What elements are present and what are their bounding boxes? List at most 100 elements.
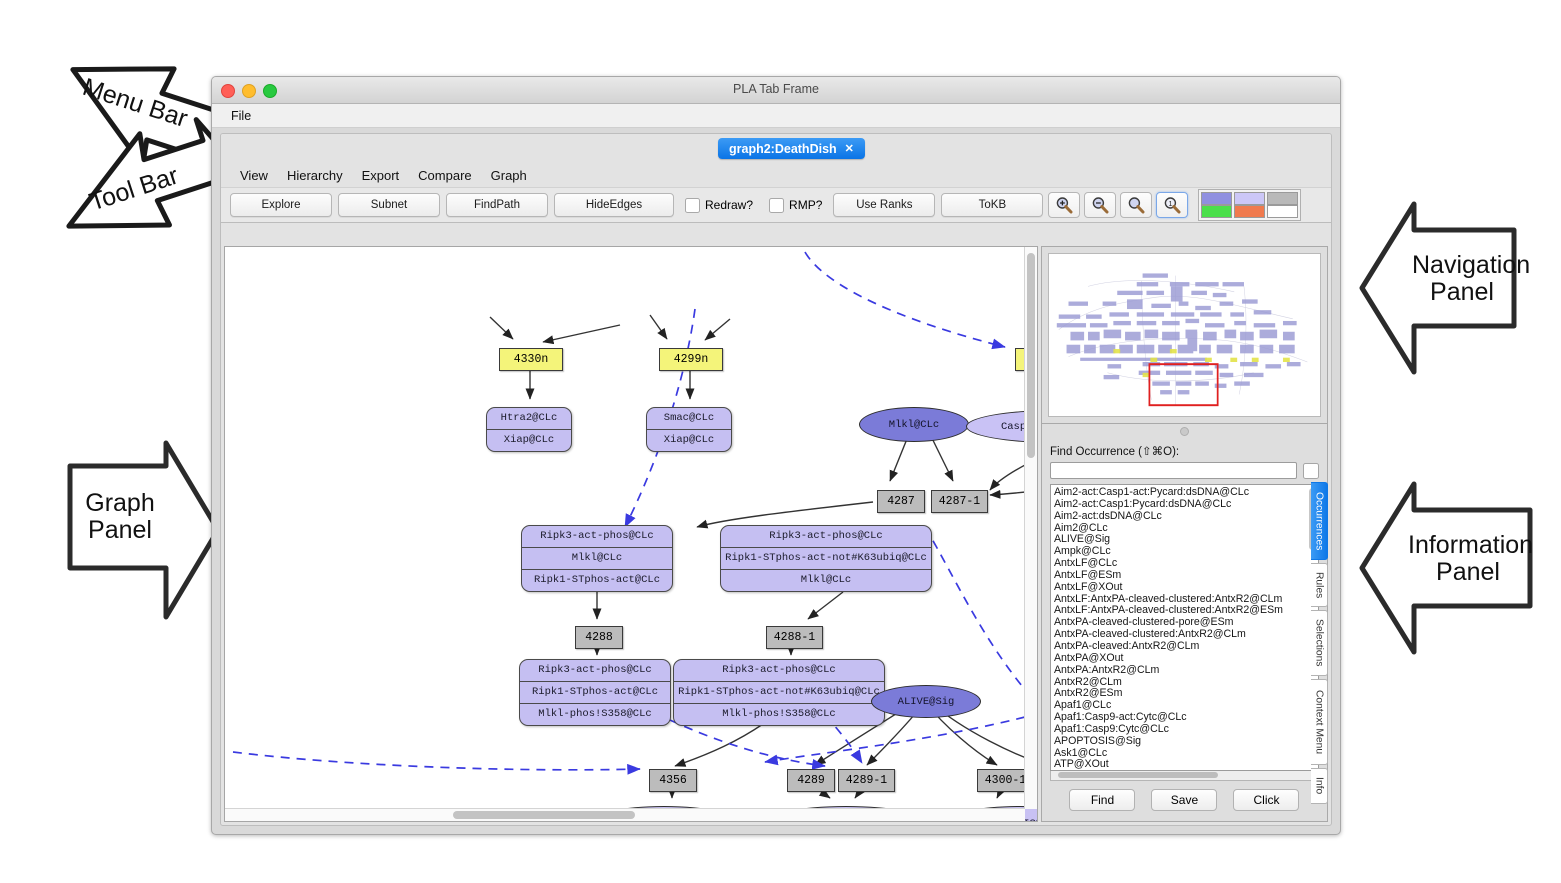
graph-stack-node[interactable]: Ripk3-act-phos@CLc Mlkl@CLc Ripk1-STphos-a… [521, 525, 673, 592]
minimap[interactable] [1047, 253, 1321, 417]
menu-item-view[interactable]: View [233, 168, 275, 183]
explore-button[interactable]: Explore [230, 193, 332, 217]
rmp-label: RMP? [789, 198, 823, 212]
occurrences-listbox[interactable]: Aim2-act:Casp1-act:Pycard:dsDNA@CLc Aim2-… [1049, 484, 1319, 771]
menu-item-file[interactable]: File [224, 109, 258, 123]
use-ranks-button[interactable]: Use Ranks [833, 193, 936, 217]
graph-node-row: Ripk1-STphos-act-not#K63ubiq@CLc [674, 681, 884, 703]
graph-node-4289-1[interactable]: 4289-1 [838, 769, 895, 792]
graph-node-row: Mlkl-phos!S358@CLc [520, 703, 670, 725]
redraw-checkbox[interactable] [685, 197, 700, 213]
list-item[interactable]: AntxPA@XOut [1054, 652, 1306, 665]
tab-frame: graph2:DeathDish ✕ View Hierarchy Export… [220, 133, 1332, 826]
main-content: 4330n4299n4297n-142874287-142884288-1435… [221, 244, 1331, 825]
graph-node-row: Smac@CLc [663, 412, 715, 424]
hideedges-button[interactable]: HideEdges [554, 193, 674, 217]
tab-graph2-deathdish[interactable]: graph2:DeathDish ✕ [718, 138, 865, 159]
legend-swatch-3 [1267, 192, 1299, 218]
menu-bar[interactable]: File [212, 104, 1340, 128]
graph-node-row: Mlkl@CLc [721, 569, 931, 591]
graph-node-4287-1[interactable]: 4287-1 [931, 490, 988, 513]
side-tab-info[interactable]: Info [1311, 768, 1328, 804]
occurrences-list[interactable]: Aim2-act:Casp1-act:Pycard:dsDNA@CLc Aim2-… [1054, 487, 1306, 770]
color-legend[interactable] [1198, 189, 1302, 221]
graph-node-row: Ripk3-act-phos@CLc [540, 530, 654, 542]
subnet-button[interactable]: Subnet [338, 193, 440, 217]
list-item[interactable]: Apaf1:Casp9:Cytc@CLc [1054, 723, 1306, 736]
rmp-checkbox-wrap[interactable]: RMP? [769, 197, 823, 213]
scroll-thumb[interactable] [1057, 772, 1218, 778]
graph-menu-bar[interactable]: View Hierarchy Export Compare Graph [221, 164, 1331, 187]
graph-node-4330n[interactable]: 4330n [499, 348, 563, 371]
info-button-row: Find Save Click [1050, 789, 1319, 811]
side-tab-context-menu[interactable]: Context Menu [1311, 679, 1328, 765]
graph-node-4287[interactable]: 4287 [877, 490, 925, 513]
tokb-button[interactable]: ToKB [941, 193, 1044, 217]
graph-node-4289[interactable]: 4289 [787, 769, 835, 792]
menu-item-compare[interactable]: Compare [411, 168, 478, 183]
menu-item-hierarchy[interactable]: Hierarchy [280, 168, 350, 183]
graph-stack-node[interactable]: Ripk3-act-phos@CLc Ripk1-STphos-act-not#K… [720, 525, 932, 592]
find-option-checkbox[interactable] [1303, 462, 1319, 479]
navigation-panel[interactable] [1040, 246, 1328, 424]
annotation-label: Information Panel [1408, 531, 1534, 586]
tab-label: graph2:DeathDish [729, 141, 837, 156]
menu-item-graph[interactable]: Graph [484, 168, 534, 183]
redraw-label: Redraw? [705, 198, 754, 212]
find-button[interactable]: Find [1069, 789, 1136, 811]
list-horizontal-scrollbar[interactable] [1049, 771, 1319, 781]
info-side-tabs[interactable]: Occurrences Rules Selections Context Menu In… [1311, 482, 1328, 807]
graph-node-ALIVE@Sig[interactable]: ALIVE@Sig [871, 685, 981, 718]
graph-node-row: Ripk3-act-phos@CLc [769, 530, 883, 542]
scroll-thumb[interactable] [453, 811, 635, 819]
side-tab-rules[interactable]: Rules [1311, 563, 1328, 607]
graph-horizontal-scrollbar[interactable] [225, 808, 1025, 821]
list-item[interactable]: ATP@XOut [1054, 759, 1306, 770]
graph-node-4288[interactable]: 4288 [575, 626, 623, 649]
list-item[interactable]: APOPTOSIS@Sig [1054, 735, 1306, 748]
tab-strip: graph2:DeathDish ✕ [221, 134, 1331, 164]
side-tab-occurrences[interactable]: Occurrences [1311, 482, 1328, 560]
redraw-checkbox-wrap[interactable]: Redraw? [685, 197, 754, 213]
graph-node-4288-1[interactable]: 4288-1 [766, 626, 823, 649]
right-panel: Find Occurrence (⇧⌘O): Aim2-act:Casp1-ac… [1040, 246, 1328, 822]
zoom-one-icon[interactable]: 1 [1156, 192, 1189, 218]
zoom-in-icon[interactable] [1048, 192, 1081, 218]
svg-text:1: 1 [1169, 201, 1173, 208]
side-tab-selections[interactable]: Selections [1311, 610, 1328, 676]
zoom-out-icon[interactable] [1084, 192, 1117, 218]
window-title: PLA Tab Frame [733, 82, 819, 96]
graph-stack-node[interactable]: Ripk3-act-phos@CLc Ripk1-STphos-act@CLc Ml… [519, 659, 671, 726]
save-button[interactable]: Save [1151, 789, 1218, 811]
list-item[interactable]: AntxLF@XOut [1054, 581, 1306, 594]
rmp-checkbox[interactable] [769, 197, 785, 213]
graph-stack-node[interactable]: Smac@CLc Xiap@CLc [646, 407, 732, 452]
graph-node-row: Mlkl-phos!S358@CLc [674, 703, 884, 725]
list-item[interactable]: AntxPA:AntxR2@CLm [1054, 664, 1306, 677]
scroll-thumb[interactable] [1026, 253, 1035, 458]
findpath-button[interactable]: FindPath [446, 193, 548, 217]
legend-swatch-1 [1201, 192, 1233, 218]
find-occurrence-input[interactable] [1049, 462, 1297, 479]
graph-stack-node[interactable]: Ripk3-act-phos@CLc Ripk1-STphos-act-not#K… [673, 659, 885, 726]
list-item[interactable]: Aim2-act:Casp1:Pycard:dsDNA@CLc [1054, 498, 1306, 511]
application-window: PLA Tab Frame File graph2:DeathDish ✕ Vi… [211, 76, 1341, 835]
graph-node-4356[interactable]: 4356 [649, 769, 697, 792]
annotation-label: Graph Panel [85, 489, 155, 544]
menu-item-export[interactable]: Export [355, 168, 407, 183]
graph-node-Mlkl@CLc[interactable]: Mlkl@CLc [859, 407, 969, 442]
list-item[interactable]: AntxLF@ESm [1054, 569, 1306, 582]
graph-node-4299n[interactable]: 4299n [659, 348, 723, 371]
graph-node-row: Htra2@CLc [500, 412, 558, 424]
panel-divider[interactable] [1040, 424, 1328, 438]
minimap-graph [1056, 273, 1308, 407]
graph-vertical-scrollbar[interactable] [1023, 247, 1037, 809]
list-item[interactable]: Aim2-act:dsDNA@CLc [1054, 510, 1306, 523]
graph-stack-node[interactable]: Htra2@CLc Xiap@CLc [486, 407, 572, 452]
zoom-fit-icon[interactable] [1120, 192, 1153, 218]
click-button[interactable]: Click [1233, 789, 1300, 811]
graph-panel[interactable]: 4330n4299n4297n-142874287-142884288-1435… [224, 246, 1038, 822]
divider-knob[interactable] [1179, 426, 1189, 436]
tab-close-icon[interactable]: ✕ [845, 142, 854, 155]
find-occurrence-label: Find Occurrence (⇧⌘O): [1049, 446, 1180, 458]
